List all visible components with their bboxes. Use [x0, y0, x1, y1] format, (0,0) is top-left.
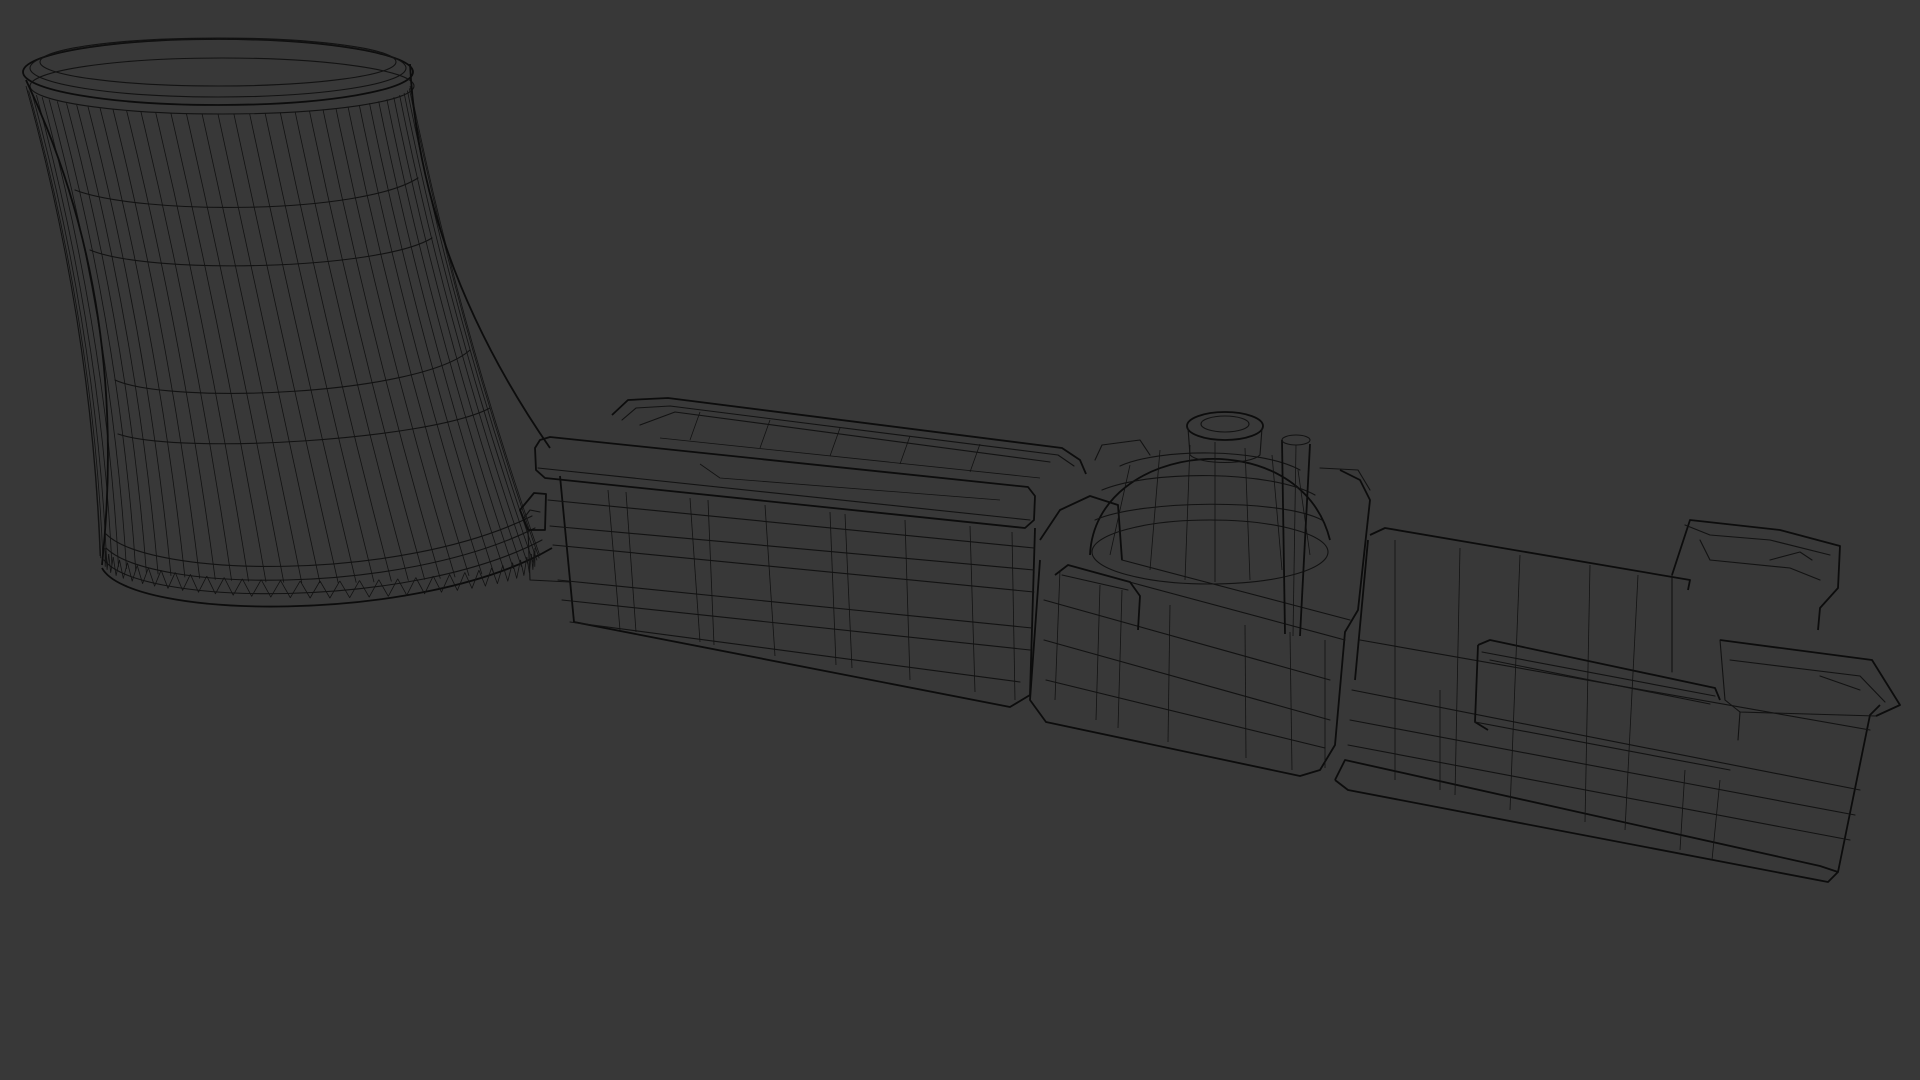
tower-rib-edge — [233, 113, 339, 583]
tower-rib-edge — [170, 113, 267, 583]
tower-base-brace — [319, 580, 341, 599]
tower-rib-edge — [409, 85, 541, 557]
tower-base-brace — [280, 580, 301, 599]
tower-base-brace — [299, 580, 321, 599]
tower-rib-edge — [399, 95, 529, 565]
tower-base-brace — [105, 550, 110, 570]
wireframe-scene — [22, 37, 1901, 883]
cooling-tower-mesh[interactable] — [22, 37, 553, 608]
tower-rib-edge — [25, 85, 101, 557]
turbine-hall-mesh[interactable] — [519, 397, 1087, 708]
auxiliary-building-mesh[interactable] — [1334, 519, 1901, 883]
tower-base-brace — [533, 547, 536, 567]
tower-rib-edge — [249, 113, 357, 583]
tower-base-brace — [512, 559, 521, 579]
tower-rib-edge — [201, 113, 303, 583]
tower-rib-edge — [279, 112, 392, 582]
tower-rib-edge — [309, 110, 426, 580]
3d-viewport[interactable] — [0, 0, 1920, 1080]
tower-rib-edge — [56, 101, 137, 571]
tower-rib-edge — [112, 109, 201, 579]
tower-rib-edge — [264, 113, 375, 583]
tower-rib-edge — [31, 92, 108, 563]
tower-rib-edge — [217, 113, 321, 584]
tower-base-brace — [108, 554, 114, 573]
tower-base-brace — [449, 572, 466, 591]
tower-rib-edge — [347, 106, 470, 577]
tower-rib-edge — [369, 103, 494, 573]
reactor-building-mesh[interactable] — [1029, 411, 1371, 777]
tower-base-brace — [397, 577, 417, 596]
tower-base-brace — [502, 562, 513, 582]
tower-base-brace — [378, 578, 399, 597]
tower-silhouette-left — [25, 79, 109, 566]
tower-rib-edge — [26, 88, 102, 559]
tower-silhouette-right — [409, 63, 551, 449]
tower-base-brace — [260, 579, 281, 598]
tower-rib-edge — [378, 101, 505, 571]
